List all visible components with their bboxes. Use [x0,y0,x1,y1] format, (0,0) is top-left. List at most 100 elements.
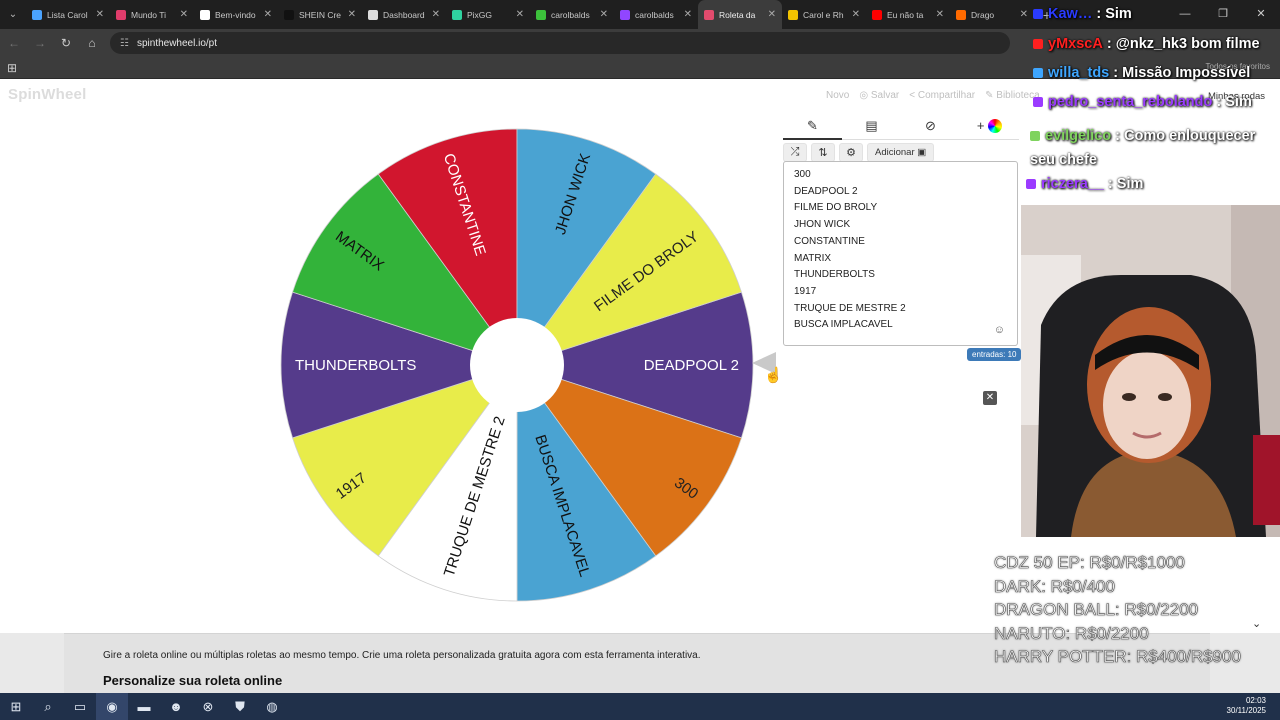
chat-username: Kaw… [1048,6,1093,22]
tab-label: carolbalds [551,9,590,20]
tab-favicon-icon [872,9,882,20]
tab-close-icon[interactable]: ✕ [1020,9,1028,20]
tab-favicon-icon [956,9,966,20]
tab-close-icon[interactable]: ✕ [264,9,272,20]
save-button[interactable]: ◎ Salvar [859,90,899,101]
minimize-icon[interactable]: — [1166,0,1204,29]
chat-message: willa_tds : Missão Impossível [1033,65,1250,81]
browser-tab[interactable]: Carol e Rh ✕ [782,0,866,29]
tab-label: SHEIN Cre [299,9,342,20]
entries-textarea[interactable]: 300 DEADPOOL 2 FILME DO BROLY JHON WICK CONS… [783,161,1018,346]
maximize-icon[interactable]: ❐ [1204,0,1242,29]
tab-favicon-icon [200,9,210,20]
chrome-icon[interactable]: ◉ [96,693,128,720]
chat-text: Sim [1225,94,1252,110]
tab-edit[interactable]: ✎ [783,114,842,140]
tab-close-icon[interactable]: ✕ [600,9,608,20]
chat-username: willa_tds [1048,65,1110,81]
tab-close-icon[interactable]: ✕ [936,9,944,20]
browser-tab[interactable]: SHEIN Cre ✕ [278,0,362,29]
chat-separator: : [1103,176,1117,192]
wheel-segment-label: DEADPOOL 2 [644,357,739,374]
eye-slash-icon: ⊘ [925,117,936,133]
chat-text: @nkz_hk3 bom filme [1115,36,1260,52]
reload-icon[interactable]: ↻ [54,36,78,50]
add-image-button[interactable]: Adicionar ▣ [867,143,935,162]
tab-close-icon[interactable]: ✕ [516,9,524,20]
chat-username: yMxscA [1048,36,1103,52]
share-button[interactable]: < Compartilhar [909,90,975,101]
wheel-center-button[interactable] [470,318,564,412]
browser-tab[interactable]: carolbalds ✕ [614,0,698,29]
tab-label: Lista Carol [47,9,88,20]
description-text: Gire a roleta online ou múltiplas roleta… [103,650,701,661]
tab-favicon-icon [788,9,798,20]
emoji-icon[interactable]: ☺ [994,322,1005,339]
tab-favicon-icon [620,9,630,20]
panel-tabs: ✎ ▤ ⊘ + [783,114,1019,140]
browser-tab[interactable]: Dashboard ✕ [362,0,446,29]
entry-line: 1917 [794,285,817,297]
tab-close-icon[interactable]: ✕ [684,9,692,20]
browser-tab[interactable]: Bem-vindo ✕ [194,0,278,29]
site-toolbar: Novo ◎ Salvar < Compartilhar ✎ Bibliotec… [826,90,1040,101]
site-logo[interactable]: SpinWheel [8,86,86,103]
tab-close-icon[interactable]: ✕ [432,9,440,20]
chevron-down-icon[interactable]: ⌄ [1252,617,1261,630]
tab-label: PixGG [467,9,493,20]
tab-favicon-icon [116,9,126,20]
browser-tab[interactable]: Drago ✕ [950,0,1034,29]
tab-close-icon[interactable]: ✕ [852,9,860,20]
forward-icon[interactable]: → [28,36,52,50]
tab-close-icon[interactable]: ✕ [348,9,356,20]
close-icon[interactable]: ✕ [983,391,997,405]
browser-tab[interactable]: Eu não ta ✕ [866,0,950,29]
address-bar[interactable]: ☷ spinthewheel.io/pt [110,32,1010,54]
browser-tab[interactable]: Lista Carol ✕ [26,0,110,29]
browser-tab[interactable]: Roleta da ✕ [698,0,782,29]
sort-icon: ⇅ [818,147,828,159]
back-icon[interactable]: ← [2,36,26,50]
discord-icon[interactable]: ☻ [160,693,192,720]
tab-close-icon[interactable]: ✕ [96,9,104,20]
donation-goals-overlay: CDZ 50 EP: R$0/R$1000 DARK: R$0/400 DRAGON… [994,551,1242,669]
browser-tab[interactable]: carolbalds ✕ [530,0,614,29]
obs-icon[interactable]: ◍ [256,693,288,720]
gear-icon: ⚙ [846,147,856,159]
chat-badge-icon [1033,39,1043,50]
windows-start-icon[interactable]: ⊞ [0,693,32,720]
tab-results[interactable]: ▤ [842,114,901,140]
library-button[interactable]: ✎ Biblioteca [985,90,1040,101]
tab-close-icon[interactable]: ✕ [180,9,188,20]
chat-separator: : [1111,128,1124,144]
tab-search-icon[interactable]: ⌄ [0,0,26,29]
tab-label: Eu não ta [887,9,924,20]
shield-icon[interactable]: ⛊ [224,693,256,720]
spin-wheel[interactable]: DEADPOOL 2300BUSCA IMPLACAVELTRUQUE DE M… [279,127,755,603]
entry-line: FILME DO BROLY [794,202,878,214]
tab-favicon-icon [284,9,294,20]
home-icon[interactable]: ⌂ [80,36,104,50]
tab-hide[interactable]: ⊘ [901,114,960,140]
chat-text: Sim [1116,176,1144,192]
tab-colors[interactable]: + [960,114,1019,140]
browser-tab[interactable]: PixGG ✕ [446,0,530,29]
file-explorer-icon[interactable]: ▬ [128,693,160,720]
chat-badge-icon [1033,9,1043,20]
site-info-icon[interactable]: ☷ [120,38,129,49]
new-button[interactable]: Novo [826,90,849,101]
close-window-icon[interactable]: ✕ [1242,0,1280,29]
shuffle-button[interactable]: ⤮ [783,143,807,162]
window-controls: — ❐ ✕ [1166,0,1280,29]
settings-button[interactable]: ⚙ [839,143,863,162]
search-icon[interactable]: ⌕ [32,693,64,720]
tab-close-icon[interactable]: ✕ [768,9,776,20]
sort-button[interactable]: ⇅ [811,143,835,162]
task-view-icon[interactable]: ▭ [64,693,96,720]
xbox-icon[interactable]: ⊗ [192,693,224,720]
chat-username: riczera__ [1041,176,1104,192]
browser-tab[interactable]: Mundo Ti ✕ [110,0,194,29]
clipboard-icon: ▤ [865,117,878,133]
plus-icon: + [976,117,985,133]
apps-grid-icon[interactable]: ⊞ [7,61,17,75]
